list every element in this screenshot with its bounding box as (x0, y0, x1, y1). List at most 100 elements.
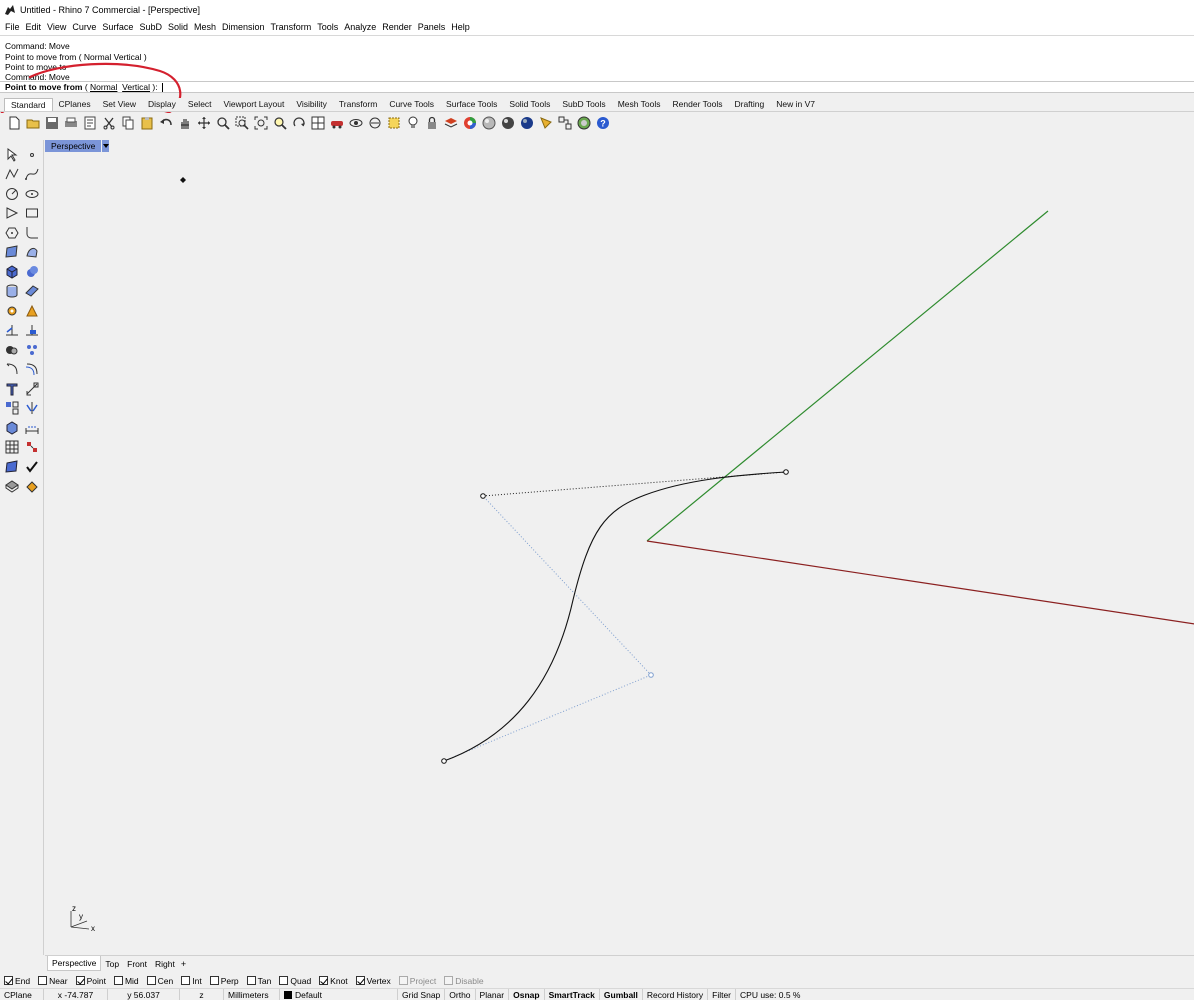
status-layer[interactable]: Default (280, 988, 398, 1000)
lightbulb-icon[interactable] (403, 114, 422, 133)
viewport-tab-right[interactable]: Right (151, 957, 179, 971)
menu-edit[interactable]: Edit (23, 22, 45, 32)
osnap-vertex[interactable]: Vertex (355, 976, 391, 986)
tab-set-view[interactable]: Set View (97, 98, 142, 111)
mesh-plane-icon[interactable] (22, 282, 42, 301)
print-icon[interactable] (61, 114, 80, 133)
split-icon[interactable] (22, 321, 42, 340)
properties-icon[interactable] (80, 114, 99, 133)
osnap-perp[interactable]: Perp (209, 976, 239, 986)
viewport-canvas[interactable] (45, 140, 1194, 955)
zoom-dynamic-icon[interactable] (213, 114, 232, 133)
help-icon[interactable]: ? (593, 114, 612, 133)
osnap-cen[interactable]: Cen (146, 976, 173, 986)
plugin-globe-icon[interactable] (574, 114, 593, 133)
checkbox[interactable] (279, 976, 289, 985)
viewport-tab-front[interactable]: Front (123, 957, 151, 971)
viewport-menu-button[interactable] (101, 140, 109, 152)
nurbs-curve[interactable] (443, 471, 787, 762)
osnap-tan[interactable]: Tan (246, 976, 271, 986)
surface-corner-icon[interactable] (2, 243, 22, 262)
osnap-point[interactable]: Point (75, 976, 106, 986)
select-points-icon[interactable] (365, 114, 384, 133)
menu-dimension[interactable]: Dimension (219, 22, 268, 32)
block-icon[interactable] (22, 340, 42, 359)
osnap-quad[interactable]: Quad (279, 976, 311, 986)
menu-file[interactable]: File (2, 22, 23, 32)
dimension-linear-icon[interactable] (22, 418, 42, 437)
array-icon[interactable] (2, 399, 22, 418)
solid-box-icon[interactable] (2, 418, 22, 437)
copy-icon[interactable] (118, 114, 137, 133)
options-icon[interactable] (555, 114, 574, 133)
lock-icon[interactable] (422, 114, 441, 133)
render-tools-icon[interactable] (22, 477, 42, 496)
tab-curve-tools[interactable]: Curve Tools (383, 98, 440, 111)
fillet-curve-icon[interactable] (22, 223, 42, 242)
tab-visibility[interactable]: Visibility (290, 98, 333, 111)
gear-icon[interactable] (2, 301, 22, 320)
tab-surface-tools[interactable]: Surface Tools (440, 98, 503, 111)
new-file-icon[interactable] (4, 114, 23, 133)
grid-array-icon[interactable] (2, 438, 22, 457)
control-point[interactable] (441, 758, 447, 764)
menu-solid[interactable]: Solid (165, 22, 191, 32)
add-viewport-tab-icon[interactable]: + (181, 959, 186, 969)
osnap-int[interactable]: Int (181, 976, 202, 986)
ellipse-icon[interactable] (22, 184, 42, 203)
rendered-sphere-icon[interactable] (498, 114, 517, 133)
menu-analyze[interactable]: Analyze (341, 22, 379, 32)
rotate-view-icon[interactable] (289, 114, 308, 133)
shaded-sphere-icon[interactable] (479, 114, 498, 133)
select-arrow-icon[interactable] (2, 145, 22, 164)
osnap-mid[interactable]: Mid (113, 976, 139, 986)
set-camera-icon[interactable] (327, 114, 346, 133)
osnap-knot[interactable]: Knot (319, 976, 348, 986)
checkmark-icon[interactable] (22, 457, 42, 476)
point-icon[interactable] (22, 145, 42, 164)
transform-icon[interactable] (22, 438, 42, 457)
menu-mesh[interactable]: Mesh (191, 22, 219, 32)
osnap-disable[interactable]: Disable (444, 976, 484, 986)
tab-render-tools[interactable]: Render Tools (667, 98, 729, 111)
control-point[interactable] (648, 672, 654, 678)
fillet-edge-icon[interactable] (2, 360, 22, 379)
status-planar[interactable]: Planar (476, 988, 510, 1000)
checkbox[interactable] (181, 976, 191, 985)
control-point[interactable] (783, 469, 789, 475)
menu-panels[interactable]: Panels (415, 22, 449, 32)
checkbox[interactable] (4, 976, 13, 985)
checkbox[interactable] (246, 976, 256, 985)
tab-subd-tools[interactable]: SubD Tools (556, 98, 611, 111)
status-ortho[interactable]: Ortho (445, 988, 476, 1000)
show-hide-icon[interactable] (346, 114, 365, 133)
cut-icon[interactable] (99, 114, 118, 133)
menu-subd[interactable]: SubD (136, 22, 165, 32)
tab-cplanes[interactable]: CPlanes (53, 98, 97, 111)
menu-help[interactable]: Help (448, 22, 473, 32)
status-osnap[interactable]: Osnap (509, 988, 545, 1000)
rectangle-icon[interactable] (22, 204, 42, 223)
tab-display[interactable]: Display (142, 98, 182, 111)
checkbox[interactable] (444, 976, 454, 985)
tab-standard[interactable]: Standard (4, 98, 53, 111)
hexagon-icon[interactable] (2, 223, 22, 242)
trim-icon[interactable] (2, 321, 22, 340)
checkbox[interactable] (38, 976, 48, 985)
color-wheel-icon[interactable] (460, 114, 479, 133)
four-viewports-icon[interactable] (308, 114, 327, 133)
viewport-tab-perspective[interactable]: Perspective (47, 956, 102, 971)
viewport-title[interactable]: Perspective (45, 140, 102, 152)
osnap-near[interactable]: Near (38, 976, 68, 986)
zoom-window-icon[interactable] (232, 114, 251, 133)
viewport-tab-top[interactable]: Top (101, 957, 123, 971)
tab-solid-tools[interactable]: Solid Tools (503, 98, 556, 111)
status-grid-snap[interactable]: Grid Snap (398, 988, 446, 1000)
status-cplane[interactable]: CPlane (0, 988, 44, 1000)
control-point[interactable] (480, 493, 486, 499)
tab-select[interactable]: Select (182, 98, 218, 111)
save-icon[interactable] (42, 114, 61, 133)
osnap-end[interactable]: End (4, 976, 30, 986)
menu-transform[interactable]: Transform (268, 22, 315, 32)
status-units[interactable]: Millimeters (224, 988, 280, 1000)
